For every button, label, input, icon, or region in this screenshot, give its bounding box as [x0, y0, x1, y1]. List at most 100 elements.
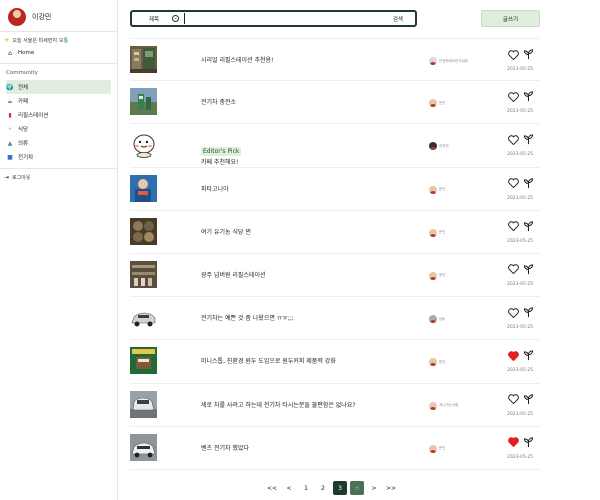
post-row[interactable]: 미니스톱, 친환경 원두 도입으로 원두커피 제품력 강화 문인 2023-05…	[130, 340, 540, 384]
post-author: 문인	[429, 99, 446, 108]
author-avatar	[429, 444, 437, 453]
author-avatar	[429, 142, 437, 151]
heart-icon[interactable]	[508, 49, 519, 60]
sidebar-item-ev[interactable]: ■ 전기차	[6, 150, 111, 164]
sprout-icon[interactable]	[523, 91, 534, 102]
heart-filled-icon[interactable]	[508, 351, 519, 361]
post-date: 2023-05-25	[507, 195, 534, 201]
post-title[interactable]: 여기 유기농 식당 찐	[201, 227, 251, 236]
avatar[interactable]	[8, 8, 26, 26]
post-author: 문인	[429, 444, 445, 453]
sprout-icon[interactable]	[523, 134, 534, 145]
post-title[interactable]: 세로 차를 사려고 하는데 전기차 타시는분들 불편함은 없나요?	[201, 400, 356, 409]
sidebar-item-refill[interactable]: ▮ 리필스테이션	[6, 108, 111, 122]
page-first-button[interactable]: <<	[265, 481, 279, 495]
sun-icon: ☀	[4, 37, 10, 44]
post-date: 2023-05-25	[507, 152, 534, 158]
chevron-down-icon[interactable]: ⌄	[172, 15, 180, 22]
post-row[interactable]: 전기차 충전소 문인 2023-05-25	[130, 81, 540, 125]
sprout-icon[interactable]	[523, 49, 534, 60]
patagonia-photo[interactable]	[130, 174, 157, 202]
post-row[interactable]: 전기차는 예쁜 것 좀 나왔으면 ㅠㅠ;;; 넘버 2023-05-25	[130, 297, 540, 341]
post-date: 2023-05-25	[507, 109, 534, 115]
search-input[interactable]	[185, 12, 393, 25]
write-button[interactable]: 글쓰기	[481, 10, 540, 27]
refill-shop-photo[interactable]	[130, 260, 157, 288]
post-actions	[508, 134, 534, 145]
ev-car-photo[interactable]	[130, 304, 157, 332]
sprout-icon[interactable]	[523, 393, 534, 405]
heart-icon[interactable]	[508, 221, 519, 232]
sidebar-item-all[interactable]: 🌍 전체	[6, 80, 111, 94]
pointer-hand-icon[interactable]: ☝	[350, 481, 364, 495]
sprout-icon[interactable]	[523, 264, 534, 275]
author-name: 문인	[439, 100, 446, 105]
divider	[0, 31, 117, 32]
post-row[interactable]: 파타고니아 문인 2023-05-25	[130, 168, 540, 211]
page-2-button[interactable]: 2	[316, 481, 330, 495]
post-row[interactable]: 광주 넘버원 리필스테이션 문인 2023-05-25	[130, 254, 540, 298]
heart-filled-icon[interactable]	[508, 437, 519, 448]
benz-car-photo[interactable]	[130, 433, 157, 461]
post-row[interactable]: 시리얼 리필스테이션 추천용! 안녕하세요반가워요 2023-05-25	[130, 38, 540, 82]
cartoon-character-image[interactable]	[130, 131, 157, 159]
heart-icon[interactable]	[508, 91, 519, 102]
heart-icon[interactable]	[508, 178, 519, 189]
post-row[interactable]: 벤츠 전기차 했었다 문인 2023-05-25	[130, 427, 540, 470]
post-row[interactable]: 여기 유기농 식당 찐 문인 2023-05-25	[130, 211, 540, 254]
logout-button[interactable]: ⇥ 로그아웃	[0, 172, 117, 182]
logout-label: 로그아웃	[12, 174, 31, 181]
home-icon: ⌂	[8, 49, 12, 57]
heart-icon[interactable]	[508, 135, 519, 145]
sidebar-item-home[interactable]: ⌂ Home	[6, 46, 111, 60]
author-name: 관리자	[439, 143, 449, 148]
post-row[interactable]: 세로 차를 사려고 하는데 전기차 타시는분들 불편함은 없나요? 지나가는사람…	[130, 384, 540, 427]
post-actions	[508, 437, 534, 448]
page-next-button[interactable]: >	[367, 481, 381, 495]
coffee-ad-photo[interactable]	[130, 347, 157, 375]
ev-charger-photo[interactable]	[130, 88, 157, 116]
search-bar: 제목 ⌄ 검색	[130, 10, 417, 27]
search-button[interactable]: 검색	[393, 15, 403, 23]
sidebar-item-clothing[interactable]: ▲ 의류	[6, 136, 111, 150]
search-type-select[interactable]: 제목	[149, 15, 159, 23]
post-title[interactable]: 카페 추천해요!	[201, 157, 241, 166]
post-title[interactable]: 미니스톱, 친환경 원두 도입으로 원두커피 제품력 강화	[201, 356, 336, 365]
post-title-group[interactable]: Editor's Pick 카페 추천해요!	[201, 138, 242, 166]
author-avatar	[429, 57, 437, 65]
refill-station-photo[interactable]	[130, 46, 157, 73]
dust-status: ☀ 오늘 서울은 미세먼지 보통	[0, 35, 117, 46]
suv-car-photo[interactable]	[130, 390, 157, 418]
sidebar-item-cafe[interactable]: ☕ 카페	[6, 94, 111, 108]
page-prev-button[interactable]: <	[282, 481, 296, 495]
author-name: 넘버	[439, 316, 446, 321]
author-avatar	[429, 358, 437, 367]
post-row[interactable]: Editor's Pick 카페 추천해요! 관리자 2023-05-25	[130, 124, 540, 168]
sprout-icon[interactable]	[523, 350, 534, 361]
user-name: 이강민	[32, 13, 52, 21]
sprout-icon[interactable]	[523, 437, 534, 448]
profile[interactable]: 이강민	[0, 0, 117, 28]
post-list: 시리얼 리필스테이션 추천용! 안녕하세요반가워요 2023-05-25 전기차…	[130, 38, 540, 470]
page-3-button[interactable]: 3	[333, 481, 347, 495]
post-title[interactable]: 시리얼 리필스테이션 추천용!	[201, 55, 273, 64]
organic-food-photo[interactable]	[130, 217, 157, 245]
post-title[interactable]: 전기차는 예쁜 것 좀 나왔으면 ㅠㅠ;;;	[201, 313, 294, 322]
sprout-icon[interactable]	[523, 307, 534, 318]
heart-icon[interactable]	[508, 307, 519, 318]
post-title[interactable]: 파타고니아	[201, 184, 229, 193]
sidebar-item-label: 의류	[18, 141, 29, 147]
sprout-icon[interactable]	[523, 221, 534, 232]
post-title[interactable]: 벤츠 전기차 했었다	[201, 443, 249, 452]
page-last-button[interactable]: >>	[384, 481, 398, 495]
heart-icon[interactable]	[508, 264, 519, 275]
author-name: 문인	[439, 230, 446, 235]
sprout-icon[interactable]	[523, 177, 534, 189]
post-date: 2023-05-25	[507, 67, 534, 72]
page-1-button[interactable]: 1	[299, 481, 313, 495]
sidebar-item-restaurant[interactable]: ⑂ 식당	[6, 122, 111, 136]
post-title[interactable]: 전기차 충전소	[201, 97, 236, 106]
author-avatar	[429, 315, 437, 324]
heart-icon[interactable]	[508, 394, 519, 404]
post-title[interactable]: 광주 넘버원 리필스테이션	[201, 270, 266, 279]
